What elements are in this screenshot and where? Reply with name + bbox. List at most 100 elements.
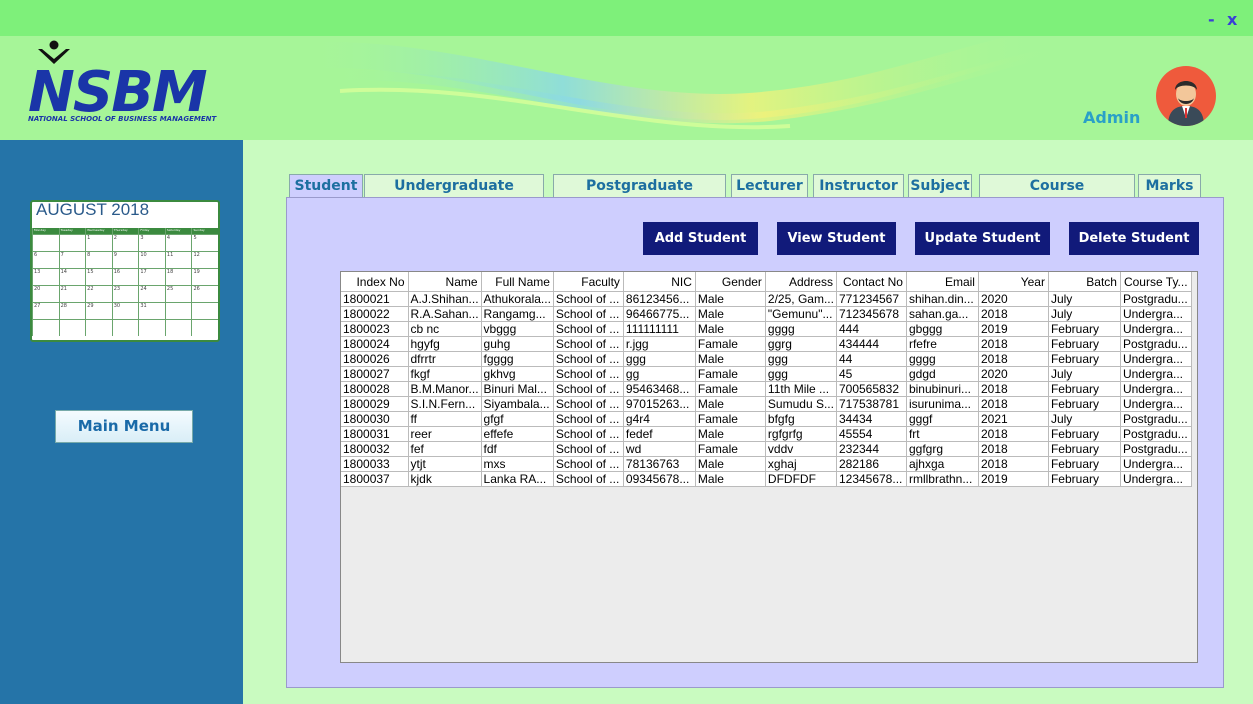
calendar-day-cell[interactable]: 26 bbox=[191, 286, 218, 302]
table-row[interactable]: 1800023 cb nc vbggg School of ... 111111111 M… bbox=[341, 321, 1192, 337]
calendar-day-cell[interactable] bbox=[164, 320, 192, 336]
calendar-day-cell[interactable]: 4 bbox=[164, 235, 192, 251]
calendar-day-cell[interactable] bbox=[164, 303, 192, 319]
calendar-day-cell[interactable]: 5 bbox=[191, 235, 218, 251]
calendar-day-cell[interactable] bbox=[32, 235, 59, 251]
calendar-day-cell[interactable]: 21 bbox=[58, 286, 86, 302]
column-header[interactable]: Name bbox=[408, 272, 482, 292]
table-cell: B.M.Manor... bbox=[408, 381, 482, 397]
table-cell: School of ... bbox=[553, 411, 624, 427]
minimize-button[interactable]: - bbox=[1208, 10, 1215, 29]
calendar-day-cell[interactable] bbox=[85, 320, 112, 336]
table-cell: 78136763 bbox=[623, 456, 696, 472]
calendar-day-cell[interactable]: 16 bbox=[111, 269, 139, 285]
table-row[interactable]: 1800031 reer effefe School of ... fedef Male r… bbox=[341, 426, 1192, 442]
calendar-day-cell[interactable]: 8 bbox=[85, 252, 112, 268]
table-row[interactable]: 1800027 fkgf gkhvg School of ... gg Famale ggg… bbox=[341, 366, 1192, 382]
delete-student-button[interactable]: Delete Student bbox=[1069, 222, 1199, 255]
column-header[interactable]: Full Name bbox=[481, 272, 554, 292]
table-cell: School of ... bbox=[553, 396, 624, 412]
calendar-day-cell[interactable]: 28 bbox=[58, 303, 86, 319]
table-row[interactable]: 1800028 B.M.Manor... Binuri Mal... School o… bbox=[341, 381, 1192, 397]
close-button[interactable]: x bbox=[1227, 10, 1237, 29]
calendar-day-cell[interactable]: 25 bbox=[164, 286, 192, 302]
calendar-day-cell[interactable]: 19 bbox=[191, 269, 218, 285]
calendar-day-cell[interactable]: 6 bbox=[32, 252, 59, 268]
table-row[interactable]: 1800030 ff gfgf School of ... g4r4 Famale bfgf… bbox=[341, 411, 1192, 427]
update-student-button[interactable]: Update Student bbox=[915, 222, 1050, 255]
calendar-day-cell[interactable] bbox=[191, 320, 218, 336]
column-header[interactable]: Course Ty... bbox=[1120, 272, 1192, 292]
calendar-day-cell[interactable]: 18 bbox=[164, 269, 192, 285]
calendar-day-name: Tuesday bbox=[58, 228, 86, 234]
calendar-day-cell[interactable]: 13 bbox=[32, 269, 59, 285]
calendar-day-cell[interactable]: 11 bbox=[164, 252, 192, 268]
calendar-day-cell[interactable] bbox=[32, 320, 59, 336]
calendar-day-cell[interactable]: 10 bbox=[138, 252, 165, 268]
table-cell: 11th Mile ... bbox=[765, 381, 837, 397]
tab-instructor[interactable]: Instructor bbox=[813, 174, 904, 197]
tab-course-registration[interactable]: Course Registration bbox=[979, 174, 1135, 217]
table-row[interactable]: 1800029 S.I.N.Fern... Siyambala... School o… bbox=[341, 396, 1192, 412]
calendar-day-cell[interactable] bbox=[58, 235, 86, 251]
table-row[interactable]: 1800033 ytjt mxs School of ... 78136763 Male x… bbox=[341, 456, 1192, 472]
calendar-day-cell[interactable]: 20 bbox=[32, 286, 59, 302]
calendar-day-cell[interactable]: 23 bbox=[111, 286, 139, 302]
table-cell: Sumudu S... bbox=[765, 396, 837, 412]
calendar-day-cell[interactable]: 12 bbox=[191, 252, 218, 268]
calendar-day-cell[interactable]: 1 bbox=[85, 235, 112, 251]
calendar-day-cell[interactable]: 7 bbox=[58, 252, 86, 268]
calendar-day-cell[interactable] bbox=[138, 320, 165, 336]
calendar-day-cell[interactable]: 24 bbox=[138, 286, 165, 302]
avatar[interactable] bbox=[1156, 66, 1216, 126]
column-header[interactable]: NIC bbox=[623, 272, 696, 292]
column-header[interactable]: Index No bbox=[341, 272, 409, 292]
table-row[interactable]: 1800032 fef fdf School of ... wd Famale vddv 23… bbox=[341, 441, 1192, 457]
add-student-button[interactable]: Add Student bbox=[643, 222, 758, 255]
table-row[interactable]: 1800022 R.A.Sahan... Rangamg... School of .… bbox=[341, 306, 1192, 322]
table-row[interactable]: 1800026 dfrrtr fgggg School of ... ggg Male gg… bbox=[341, 351, 1192, 367]
calendar-grid: Monday Tuesday Wednesday Thursday Friday… bbox=[32, 228, 218, 336]
table-cell: Undergra... bbox=[1120, 396, 1192, 412]
calendar-day-cell[interactable]: 17 bbox=[138, 269, 165, 285]
tab-postgraduate-student[interactable]: Postgraduate Student bbox=[553, 174, 726, 217]
calendar-day-cell[interactable]: 31 bbox=[138, 303, 165, 319]
calendar-day-cell[interactable]: 15 bbox=[85, 269, 112, 285]
calendar-day-cell[interactable]: 29 bbox=[85, 303, 112, 319]
tab-marks[interactable]: Marks bbox=[1138, 174, 1201, 197]
calendar-day-header: Monday Tuesday Wednesday Thursday Friday… bbox=[32, 228, 218, 234]
calendar-day-cell[interactable] bbox=[58, 320, 86, 336]
table-row[interactable]: 1800024 hgyfg guhg School of ... r.jgg Famale… bbox=[341, 336, 1192, 352]
calendar-day-cell[interactable]: 22 bbox=[85, 286, 112, 302]
table-cell: February bbox=[1048, 321, 1121, 337]
view-student-button[interactable]: View Student bbox=[777, 222, 896, 255]
column-header[interactable]: Gender bbox=[695, 272, 766, 292]
calendar-day-cell[interactable]: 3 bbox=[138, 235, 165, 251]
column-header[interactable]: Email bbox=[906, 272, 979, 292]
table-cell: 45 bbox=[836, 366, 907, 382]
column-header[interactable]: Address bbox=[765, 272, 837, 292]
column-header[interactable]: Batch bbox=[1048, 272, 1121, 292]
table-cell: Male bbox=[695, 321, 766, 337]
calendar-day-cell[interactable]: 2 bbox=[111, 235, 139, 251]
column-header[interactable]: Faculty bbox=[553, 272, 624, 292]
tab-lecturer[interactable]: Lecturer bbox=[731, 174, 808, 197]
calendar-day-cell[interactable] bbox=[111, 320, 139, 336]
calendar-day-cell[interactable]: 9 bbox=[111, 252, 139, 268]
calendar-week-row: 13 14 15 16 17 18 19 bbox=[32, 268, 218, 285]
table-row[interactable]: 1800037 kjdk Lanka RA... School of ... 09345… bbox=[341, 471, 1192, 487]
tab-student[interactable]: Student bbox=[289, 174, 363, 199]
calendar-day-cell[interactable] bbox=[191, 303, 218, 319]
table-cell: February bbox=[1048, 456, 1121, 472]
column-header[interactable]: Contact No bbox=[836, 272, 907, 292]
tab-subject[interactable]: Subject bbox=[908, 174, 972, 197]
student-table[interactable]: Index No Name Full Name Faculty NIC Gender Add… bbox=[340, 271, 1198, 663]
calendar-day-cell[interactable]: 27 bbox=[32, 303, 59, 319]
table-cell: 2021 bbox=[978, 411, 1049, 427]
calendar-day-cell[interactable]: 30 bbox=[111, 303, 139, 319]
table-row[interactable]: 1800021 A.J.Shihan... Athukorala... School … bbox=[341, 291, 1192, 307]
tab-undergraduate-student[interactable]: Undergraduate Student bbox=[364, 174, 544, 217]
main-menu-button[interactable]: Main Menu bbox=[55, 410, 193, 443]
calendar-day-cell[interactable]: 14 bbox=[58, 269, 86, 285]
column-header[interactable]: Year bbox=[978, 272, 1049, 292]
